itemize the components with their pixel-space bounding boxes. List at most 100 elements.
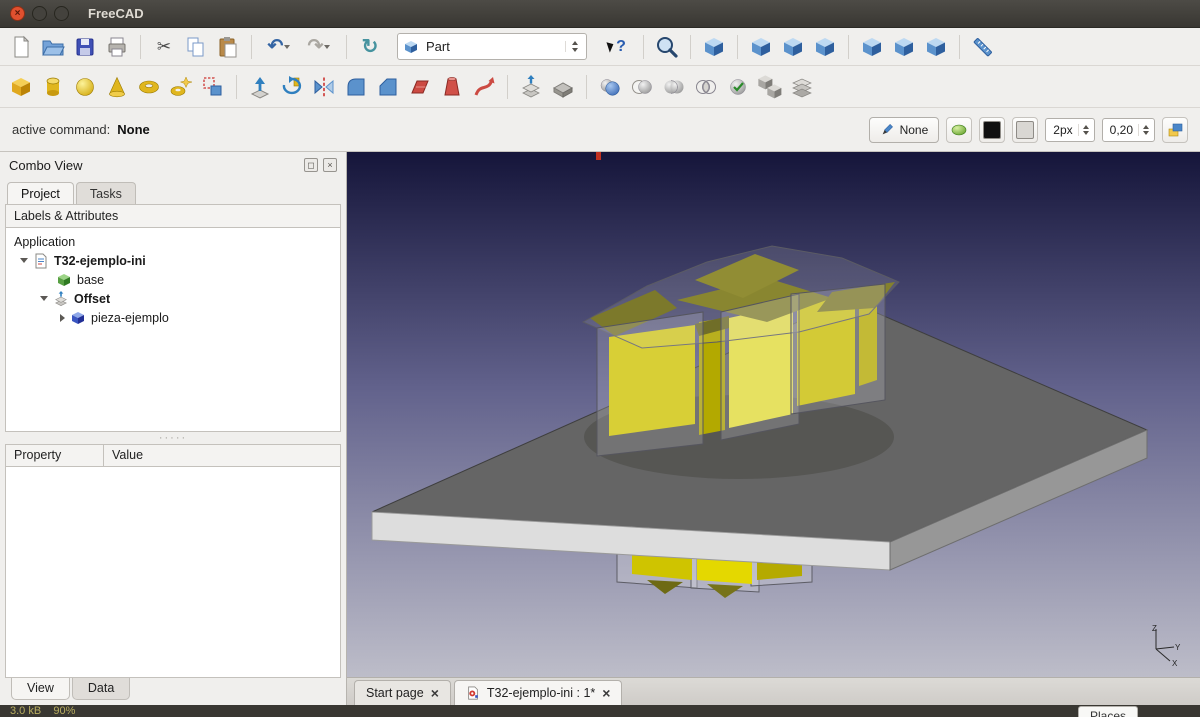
selection-appearance-button[interactable] [946, 117, 972, 143]
part-sphere-button[interactable] [70, 72, 100, 102]
window-close-button[interactable]: × [10, 6, 25, 21]
whats-this-button[interactable]: ? [599, 32, 635, 62]
undo-button[interactable]: ↶ [260, 32, 298, 62]
sphere-icon [73, 75, 97, 99]
redo-button[interactable]: ↷ [300, 32, 338, 62]
caret-closed-icon[interactable] [60, 314, 65, 322]
copy-icon [184, 35, 208, 59]
part-torus-button[interactable] [134, 72, 164, 102]
tree-root-application[interactable]: Application [8, 232, 338, 251]
boolean-button[interactable] [595, 72, 625, 102]
shape-builder-button[interactable] [198, 72, 228, 102]
window-minimize-button[interactable] [32, 6, 47, 21]
line-width-spinner[interactable] [1078, 124, 1091, 136]
tab-project[interactable]: Project [7, 182, 74, 204]
undo-dropdown-arrow[interactable] [284, 45, 290, 49]
paste-button[interactable] [213, 32, 243, 62]
caret-open-icon[interactable] [40, 296, 48, 301]
property-view-tabs: View Data [5, 678, 341, 705]
workbench-icon [403, 39, 419, 55]
offset-tree-icon [53, 291, 69, 307]
tab-close-icon[interactable]: × [602, 686, 610, 700]
extrude-button[interactable] [245, 72, 275, 102]
thickness-button[interactable] [548, 72, 578, 102]
tab-tasks[interactable]: Tasks [76, 182, 136, 204]
combo-view-panel: Combo View ◻ × Project Tasks Labels & At… [0, 152, 347, 705]
draw-style-button[interactable]: None [869, 117, 940, 143]
model-tree[interactable]: Application T32-ejemplo-ini base Offset [5, 228, 341, 432]
tree-item-pieza[interactable]: pieza-ejemplo [8, 308, 338, 327]
3d-viewport[interactable]: Z Y X [347, 152, 1200, 677]
measure-distance-button[interactable] [968, 32, 998, 62]
rear-view-button[interactable] [857, 32, 887, 62]
layers-button[interactable] [1162, 117, 1188, 143]
part-toolbar [0, 66, 1200, 108]
axonometric-view-button[interactable] [699, 32, 729, 62]
revolve-button[interactable] [277, 72, 307, 102]
workbench-selector[interactable]: Part [397, 33, 587, 60]
tab-close-icon[interactable]: × [431, 686, 439, 700]
property-column-header[interactable]: Property [6, 445, 104, 466]
chamfer-button[interactable] [373, 72, 403, 102]
sweep-button[interactable] [469, 72, 499, 102]
offset-button[interactable] [516, 72, 546, 102]
boolean-icon [598, 75, 622, 99]
open-document-button[interactable] [38, 32, 68, 62]
save-button[interactable] [70, 32, 100, 62]
mirror-button[interactable] [309, 72, 339, 102]
fillet-button[interactable] [341, 72, 371, 102]
caret-open-icon[interactable] [20, 258, 28, 263]
part-cylinder-button[interactable] [38, 72, 68, 102]
tree-item-offset[interactable]: Offset [8, 289, 338, 308]
dock-close-button[interactable]: × [323, 158, 337, 172]
left-view-button[interactable] [921, 32, 951, 62]
point-size-spinbox[interactable]: 0,20 [1102, 118, 1155, 142]
boolean-cut-button[interactable] [627, 72, 657, 102]
tab-start-page[interactable]: Start page × [354, 680, 451, 705]
refresh-button[interactable]: ↻ [355, 32, 385, 62]
tab-document[interactable]: T32-ejemplo-ini : 1* × [454, 680, 623, 705]
3d-scene[interactable] [347, 152, 1200, 677]
titlebar[interactable]: × FreeCAD [0, 0, 1200, 28]
fit-all-button[interactable] [652, 32, 682, 62]
point-size-spinner[interactable] [1138, 124, 1151, 136]
redo-dropdown-arrow[interactable] [324, 45, 330, 49]
face-color-button[interactable] [1012, 117, 1038, 143]
value-column-header[interactable]: Value [104, 445, 151, 466]
cross-sections-button[interactable] [787, 72, 817, 102]
front-view-button[interactable] [746, 32, 776, 62]
line-width-spinbox[interactable]: 2px [1045, 118, 1094, 142]
top-view-button[interactable] [778, 32, 808, 62]
tab-view[interactable]: View [11, 678, 70, 700]
boolean-union-button[interactable] [659, 72, 689, 102]
new-document-button[interactable] [6, 32, 36, 62]
cut-button[interactable]: ✂ [149, 32, 179, 62]
boolean-intersection-button[interactable] [691, 72, 721, 102]
line-color-button[interactable] [979, 117, 1005, 143]
copy-button[interactable] [181, 32, 211, 62]
create-primitives-button[interactable] [166, 72, 196, 102]
window-maximize-button[interactable] [54, 6, 69, 21]
redo-icon: ↷ [308, 37, 324, 56]
part-box-button[interactable] [6, 72, 36, 102]
dock-float-button[interactable]: ◻ [304, 158, 318, 172]
property-grid-body[interactable] [5, 467, 341, 678]
ruled-surface-button[interactable] [405, 72, 435, 102]
tree-item-base[interactable]: base [8, 270, 338, 289]
pencil-icon [880, 123, 894, 137]
panel-splitter[interactable]: ····· [5, 432, 341, 444]
printer-icon [105, 35, 129, 59]
part-cone-button[interactable] [102, 72, 132, 102]
workbench-spinner[interactable] [565, 41, 581, 52]
bottom-view-button[interactable] [889, 32, 919, 62]
right-view-button[interactable] [810, 32, 840, 62]
check-geometry-button[interactable] [723, 72, 753, 102]
line-color-swatch [983, 121, 1001, 139]
tab-data[interactable]: Data [72, 678, 130, 700]
places-box[interactable]: Places [1078, 706, 1138, 717]
tree-item-document[interactable]: T32-ejemplo-ini [8, 251, 338, 270]
print-button[interactable] [102, 32, 132, 62]
loft-button[interactable] [437, 72, 467, 102]
compound-button[interactable] [755, 72, 785, 102]
toolbar-separator [251, 35, 252, 59]
